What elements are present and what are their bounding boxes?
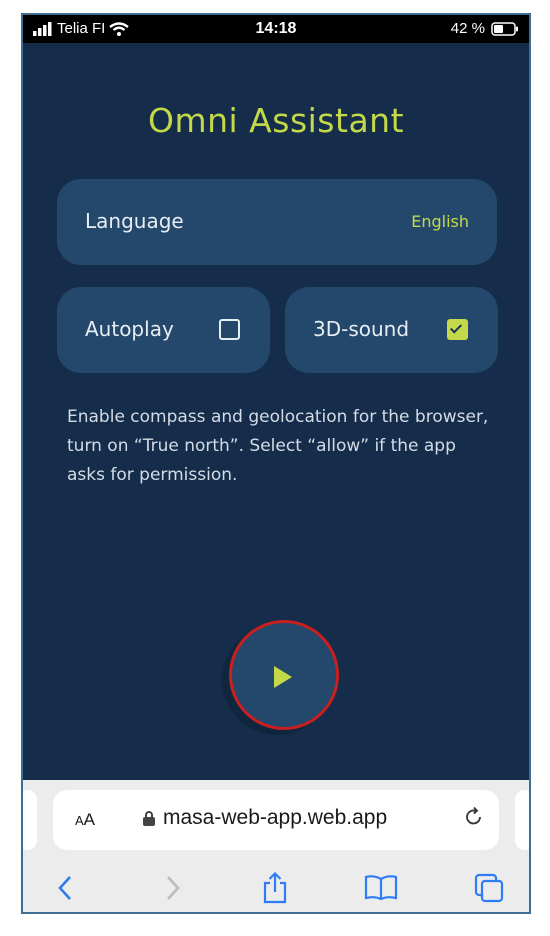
checkmark-icon: [449, 321, 463, 334]
autoplay-toggle[interactable]: Autoplay: [57, 287, 270, 373]
3d-sound-toggle[interactable]: 3D-sound: [285, 287, 498, 373]
lock-icon: [143, 811, 155, 826]
3d-sound-checkbox[interactable]: [447, 319, 468, 340]
autoplay-checkbox[interactable]: [219, 319, 240, 340]
language-selector[interactable]: Language English: [57, 179, 497, 265]
permission-instructions: Enable compass and geolocation for the b…: [67, 407, 489, 485]
bookmarks-icon[interactable]: [361, 868, 401, 908]
play-button[interactable]: [229, 620, 339, 730]
share-icon[interactable]: [255, 868, 295, 908]
next-tab-peek[interactable]: [515, 790, 529, 850]
language-value[interactable]: English: [411, 212, 469, 231]
3d-sound-label: 3D-sound: [313, 317, 410, 341]
reload-icon[interactable]: [463, 806, 485, 828]
language-label: Language: [85, 209, 184, 233]
autoplay-label: Autoplay: [85, 317, 174, 341]
previous-tab-peek[interactable]: [23, 790, 37, 850]
text-size-button[interactable]: AA: [75, 810, 95, 830]
status-right: 42 %: [451, 20, 519, 37]
url-text: masa-web-app.web.app: [163, 806, 388, 829]
status-bar: Telia FI 14:18 42 %: [23, 15, 529, 43]
battery-icon: [491, 21, 519, 36]
play-icon: [274, 666, 292, 688]
app-title: Omni Assistant: [147, 101, 405, 140]
tabs-icon[interactable]: [469, 868, 509, 908]
forward-icon[interactable]: [153, 868, 193, 908]
browser-chrome: AA masa-web-app.web.app: [23, 780, 529, 912]
phone-screen: Telia FI 14:18 42 % Omni Assistant Langu…: [21, 13, 531, 914]
address-bar[interactable]: AA masa-web-app.web.app: [53, 790, 499, 850]
back-icon[interactable]: [45, 868, 85, 908]
browser-toolbar: [23, 860, 529, 912]
battery-percent: 42 %: [450, 20, 485, 37]
url-display[interactable]: masa-web-app.web.app: [143, 806, 387, 830]
